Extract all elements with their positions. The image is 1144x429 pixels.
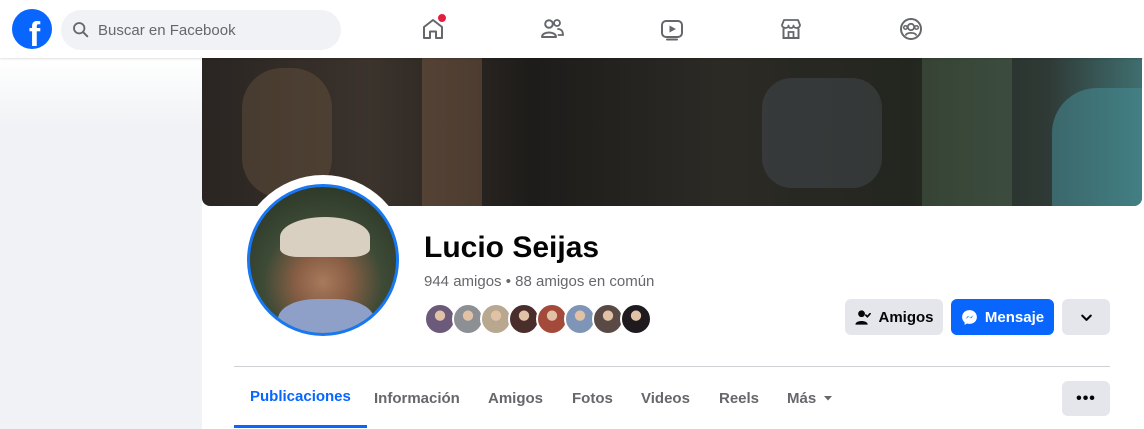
marketplace-icon — [781, 19, 801, 39]
left-gutter — [0, 58, 202, 128]
friends-button-label: Amigos — [878, 308, 934, 326]
tabs-overflow-menu-button[interactable]: ••• — [1062, 381, 1110, 416]
tab-videos[interactable]: Videos — [625, 368, 706, 428]
profile-name: Lucio Seijas — [424, 231, 600, 264]
tab-reels[interactable]: Reels — [703, 368, 775, 428]
nav-video[interactable] — [657, 14, 687, 44]
tab-label: Reels — [719, 389, 760, 407]
message-button-label: Mensaje — [984, 308, 1045, 326]
tab-fotos[interactable]: Fotos — [556, 368, 629, 428]
tab-label: Fotos — [572, 389, 613, 407]
friends-summary[interactable]: 944 amigos • 88 amigos en común — [424, 272, 654, 292]
nav-groups[interactable] — [896, 14, 926, 44]
tab-more[interactable]: Más — [771, 368, 849, 428]
top-navigation-bar: f — [0, 0, 1144, 58]
nav-home[interactable] — [418, 13, 448, 44]
search-input[interactable] — [96, 20, 330, 40]
video-icon — [661, 20, 683, 41]
nav-friends[interactable] — [537, 14, 567, 44]
message-button[interactable]: Mensaje — [951, 299, 1054, 335]
friends-icon — [541, 19, 564, 38]
profile-options-dropdown[interactable] — [1062, 299, 1110, 335]
tab-label: Videos — [641, 389, 690, 407]
tab-informacion[interactable]: Información — [358, 368, 476, 428]
nav-marketplace[interactable] — [776, 14, 806, 44]
caret-down-icon — [824, 396, 833, 401]
profile-picture[interactable] — [247, 184, 399, 336]
tab-publicaciones[interactable]: Publicaciones — [234, 368, 367, 428]
notification-dot — [437, 13, 447, 23]
chevron-down-icon — [1080, 314, 1092, 321]
tab-label: Amigos — [488, 389, 544, 407]
tab-amigos[interactable]: Amigos — [472, 368, 559, 428]
friends-button[interactable]: Amigos — [845, 299, 943, 335]
tab-label: Publicaciones — [250, 388, 351, 405]
facebook-logo[interactable]: f — [12, 9, 52, 49]
tabs-divider — [234, 366, 1110, 367]
mutual-friend-avatar[interactable] — [620, 303, 652, 335]
messenger-icon — [962, 309, 977, 325]
search-bar[interactable] — [61, 10, 341, 50]
tab-label: Más — [787, 389, 817, 407]
search-icon — [73, 22, 89, 38]
friend-check-icon — [855, 309, 872, 325]
tab-label: Información — [374, 389, 460, 407]
groups-icon — [900, 18, 922, 40]
profile-picture-frame[interactable] — [238, 175, 408, 345]
